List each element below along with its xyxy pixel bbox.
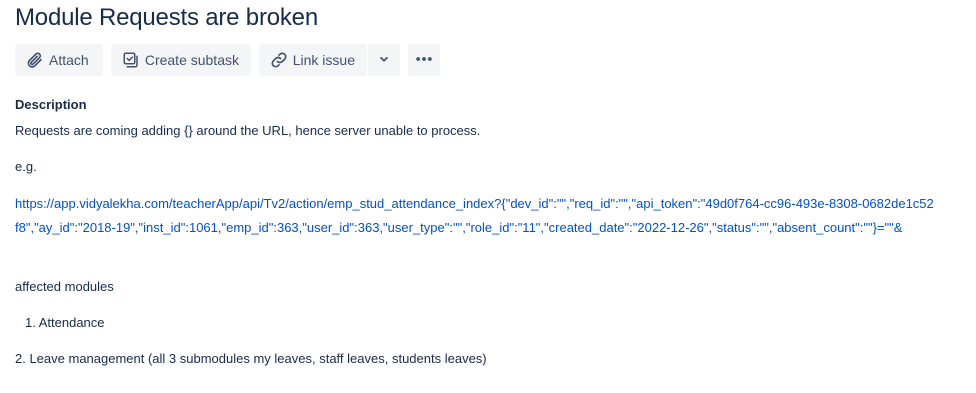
- attach-button[interactable]: Attach: [15, 44, 103, 76]
- description-heading: Description: [15, 97, 87, 112]
- create-subtask-button[interactable]: Create subtask: [111, 44, 251, 76]
- list-item: 1. Attendance: [25, 315, 105, 330]
- link-icon: [269, 50, 289, 70]
- create-subtask-label: Create subtask: [144, 52, 239, 68]
- more-actions-button[interactable]: [408, 44, 440, 76]
- issue-title[interactable]: Module Requests are broken: [15, 4, 318, 32]
- description-line: Requests are coming adding {} around the…: [15, 123, 481, 138]
- more-icon: [414, 49, 434, 72]
- description-line: e.g.: [15, 159, 37, 174]
- chevron-down-icon: [377, 52, 391, 69]
- link-issue-dropdown-button[interactable]: [368, 44, 400, 76]
- subtask-icon: [121, 50, 141, 70]
- link-issue-label: Link issue: [292, 52, 355, 68]
- description-line: 2. Leave management (all 3 submodules my…: [15, 351, 487, 366]
- description-link[interactable]: https://app.vidyalekha.com/teacherApp/ap…: [15, 192, 935, 240]
- issue-toolbar: Attach Create subtask Link issue: [15, 44, 440, 76]
- attach-label: Attach: [49, 52, 89, 68]
- paperclip-icon: [25, 50, 45, 70]
- description-line: affected modules: [15, 279, 114, 294]
- link-issue-button[interactable]: Link issue: [259, 44, 367, 76]
